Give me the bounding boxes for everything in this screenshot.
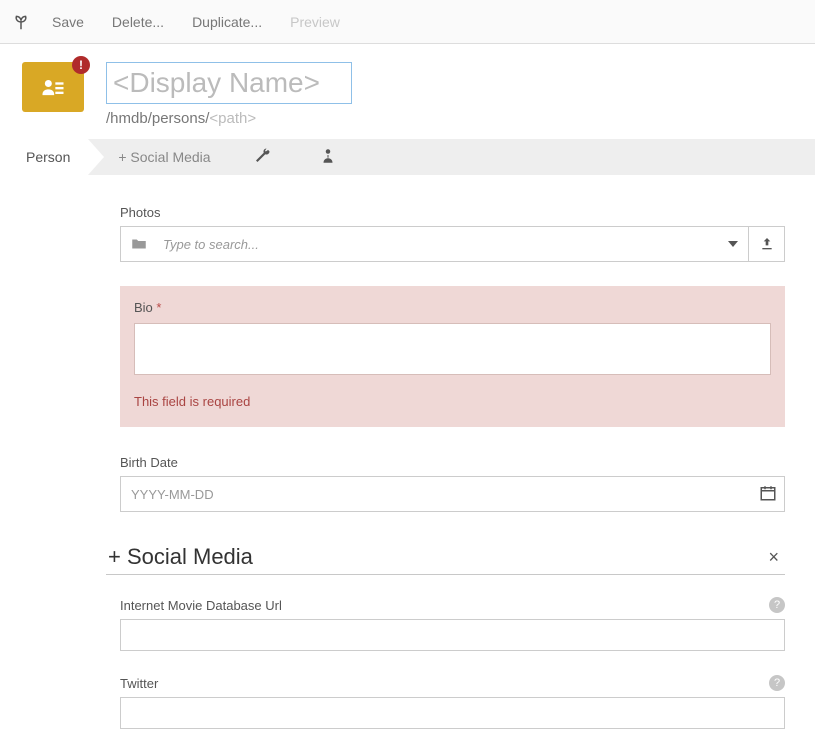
birth-date-input[interactable] bbox=[120, 476, 785, 512]
step-tabs: Person + Social Media bbox=[0, 139, 815, 175]
folder-icon bbox=[121, 235, 157, 253]
bio-field: Bio * This field is required bbox=[120, 286, 785, 427]
required-indicator: * bbox=[156, 300, 161, 315]
form-body: Photos Bio * This field is required B bbox=[0, 175, 815, 729]
photos-selector[interactable] bbox=[120, 226, 749, 262]
triangle-down-icon bbox=[728, 241, 738, 247]
birth-date-field: Birth Date bbox=[120, 455, 785, 512]
path-prefix: /hmdb/persons/ bbox=[106, 110, 209, 127]
bio-label: Bio * bbox=[134, 300, 771, 315]
social-media-remove-button[interactable]: × bbox=[764, 547, 783, 568]
twitter-label: Twitter ? bbox=[120, 675, 785, 691]
bio-textarea[interactable] bbox=[134, 323, 771, 375]
imdb-field: Internet Movie Database Url ? bbox=[120, 597, 785, 651]
validation-badge-icon: ! bbox=[72, 56, 90, 74]
imdb-help-icon[interactable]: ? bbox=[769, 597, 785, 613]
tab-social-label: + Social Media bbox=[118, 149, 210, 165]
content-header: ! /hmdb/persons/<path> bbox=[0, 44, 815, 139]
bio-error-message: This field is required bbox=[134, 394, 771, 409]
person-tie-icon bbox=[319, 147, 337, 165]
photos-field: Photos bbox=[120, 205, 785, 262]
app-logo-icon bbox=[10, 10, 34, 34]
tab-social-media[interactable]: + Social Media bbox=[88, 139, 228, 175]
photos-label: Photos bbox=[120, 205, 785, 220]
upload-icon bbox=[759, 236, 775, 252]
photos-dropdown-toggle[interactable] bbox=[718, 241, 748, 247]
imdb-label: Internet Movie Database Url ? bbox=[120, 597, 785, 613]
calendar-button[interactable] bbox=[759, 484, 777, 505]
social-media-section-header: + Social Media × bbox=[106, 544, 785, 575]
twitter-field: Twitter ? bbox=[120, 675, 785, 729]
photos-search-input[interactable] bbox=[157, 237, 718, 252]
tab-settings[interactable] bbox=[229, 147, 295, 168]
title-area: /hmdb/persons/<path> bbox=[106, 62, 793, 127]
wrench-icon bbox=[253, 147, 271, 165]
social-media-section-title: + Social Media bbox=[108, 544, 764, 570]
birth-date-label: Birth Date bbox=[120, 455, 785, 470]
photos-upload-button[interactable] bbox=[749, 226, 785, 262]
twitter-input[interactable] bbox=[120, 697, 785, 729]
tab-permissions[interactable] bbox=[295, 147, 361, 168]
content-path: /hmdb/persons/<path> bbox=[106, 110, 793, 127]
duplicate-button[interactable]: Duplicate... bbox=[192, 14, 262, 30]
top-toolbar: Save Delete... Duplicate... Preview bbox=[0, 0, 815, 44]
save-button[interactable]: Save bbox=[52, 14, 84, 30]
content-icon-wrap: ! bbox=[22, 62, 84, 112]
tab-person[interactable]: Person bbox=[0, 139, 88, 175]
display-name-input[interactable] bbox=[106, 62, 352, 104]
tab-person-label: Person bbox=[26, 149, 70, 165]
preview-button: Preview bbox=[290, 14, 340, 30]
delete-button[interactable]: Delete... bbox=[112, 14, 164, 30]
calendar-icon bbox=[759, 484, 777, 502]
twitter-help-icon[interactable]: ? bbox=[769, 675, 785, 691]
path-placeholder: <path> bbox=[209, 110, 256, 127]
imdb-input[interactable] bbox=[120, 619, 785, 651]
